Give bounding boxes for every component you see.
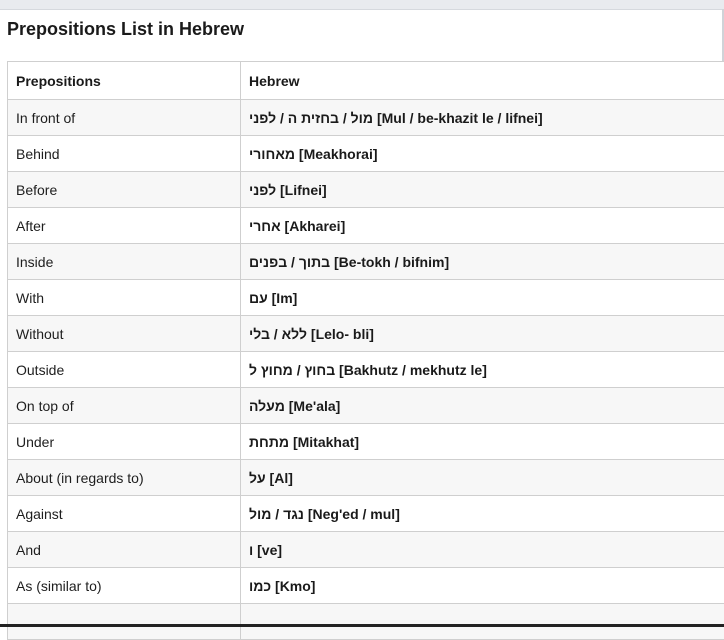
preposition-cell: Outside [8, 352, 241, 388]
hebrew-cell: מתחת [Mitakhat] [241, 424, 724, 460]
preposition-cell: Behind [8, 136, 241, 172]
table-row: After אחרי [Akharei] [8, 208, 724, 244]
hebrew-cell: ו [ve] [241, 532, 724, 568]
page-title: Prepositions List in Hebrew [7, 19, 244, 40]
preposition-cell: In front of [8, 100, 241, 136]
hebrew-cell: בתוך / בפנים [Be-tokh / bifnim] [241, 244, 724, 280]
table-row: Under מתחת [Mitakhat] [8, 424, 724, 460]
preposition-cell [8, 604, 241, 640]
preposition-cell: About (in regards to) [8, 460, 241, 496]
preposition-cell: And [8, 532, 241, 568]
table-row: As (similar to) כמו [Kmo] [8, 568, 724, 604]
table-row: With עם [Im] [8, 280, 724, 316]
table-row: Before לפני [Lifnei] [8, 172, 724, 208]
preposition-cell: After [8, 208, 241, 244]
column-header-prepositions: Prepositions [8, 62, 241, 100]
preposition-cell: On top of [8, 388, 241, 424]
preposition-cell: As (similar to) [8, 568, 241, 604]
table-row: Against נגד / מול [Neg'ed / mul] [8, 496, 724, 532]
browser-top-strip [0, 0, 724, 10]
table-row: On top of מעלה [Me'ala] [8, 388, 724, 424]
hebrew-cell: מעלה [Me'ala] [241, 388, 724, 424]
hebrew-cell: מאחורי [Meakhorai] [241, 136, 724, 172]
table-row: And ו [ve] [8, 532, 724, 568]
table-row: Outside בחוץ / מחוץ ל [Bakhutz / mekhutz… [8, 352, 724, 388]
prepositions-table-container: Prepositions Hebrew In front of מול / בח… [7, 61, 724, 640]
hebrew-cell: נגד / מול [Neg'ed / mul] [241, 496, 724, 532]
table-row: Inside בתוך / בפנים [Be-tokh / bifnim] [8, 244, 724, 280]
hebrew-cell: עם [Im] [241, 280, 724, 316]
hebrew-cell: לפני [Lifnei] [241, 172, 724, 208]
table-row [8, 604, 724, 640]
hebrew-cell: כמו [Kmo] [241, 568, 724, 604]
preposition-cell: Under [8, 424, 241, 460]
hebrew-cell: אחרי [Akharei] [241, 208, 724, 244]
hebrew-cell [241, 604, 724, 640]
hebrew-cell: על [Al] [241, 460, 724, 496]
table-row: About (in regards to) על [Al] [8, 460, 724, 496]
preposition-cell: With [8, 280, 241, 316]
hebrew-cell: ללא / בלי [Lelo- bli] [241, 316, 724, 352]
table-row: Behind מאחורי [Meakhorai] [8, 136, 724, 172]
hebrew-cell: מול / בחזית ה / לפני [Mul / be-khazit le… [241, 100, 724, 136]
table-header-row: Prepositions Hebrew [8, 62, 724, 100]
column-header-hebrew: Hebrew [241, 62, 724, 100]
preposition-cell: Before [8, 172, 241, 208]
preposition-cell: Inside [8, 244, 241, 280]
prepositions-table: Prepositions Hebrew In front of מול / בח… [7, 61, 724, 640]
table-row: Without ללא / בלי [Lelo- bli] [8, 316, 724, 352]
preposition-cell: Against [8, 496, 241, 532]
table-row: In front of מול / בחזית ה / לפני [Mul / … [8, 100, 724, 136]
hebrew-cell: בחוץ / מחוץ ל [Bakhutz / mekhutz le] [241, 352, 724, 388]
preposition-cell: Without [8, 316, 241, 352]
